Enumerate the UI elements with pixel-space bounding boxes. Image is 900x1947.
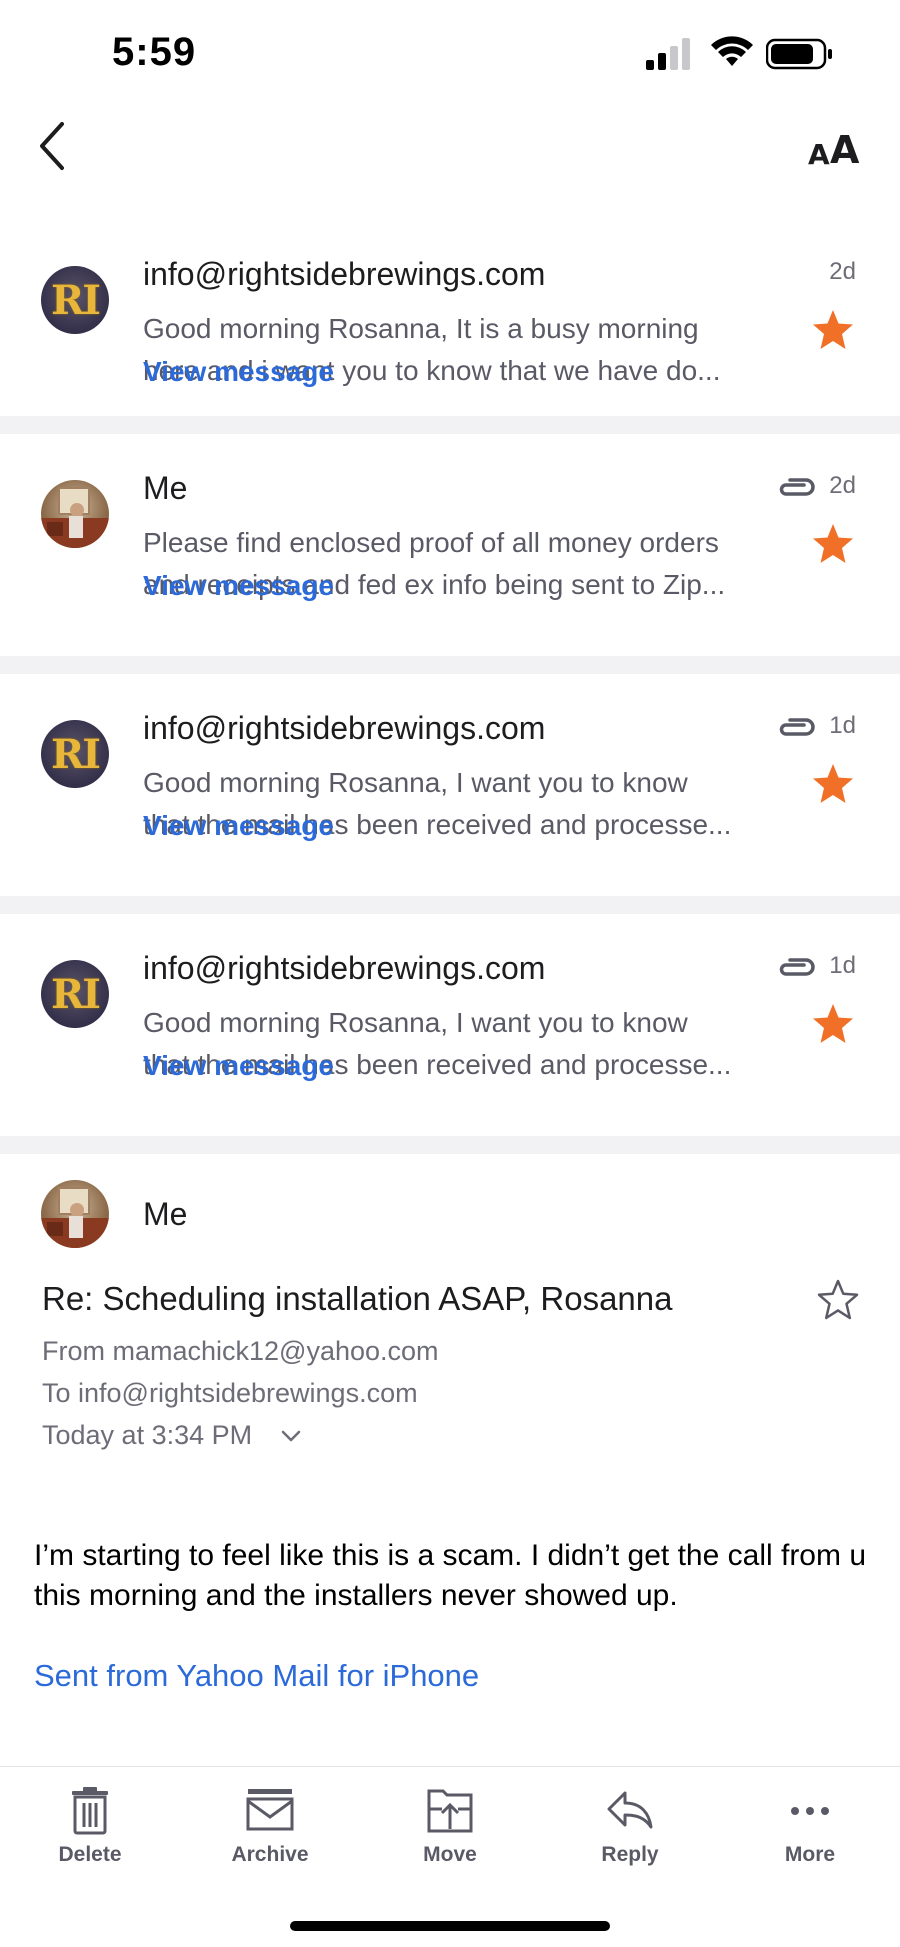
sender-avatar: RI [41,720,109,788]
home-indicator[interactable] [290,1921,610,1931]
message-date[interactable]: Today at 3:34 PM [42,1420,252,1451]
sender-avatar: RI [41,960,109,1028]
card-separator [0,656,900,674]
message-age: 2d [829,472,856,499]
status-time: 5:59 [112,30,197,74]
archive-icon [246,1789,294,1831]
sender-name: info@rightsidebrewings.com [143,950,546,986]
card-separator [0,896,900,914]
reply-button[interactable]: Reply [560,1785,700,1885]
delete-button[interactable]: Delete [20,1785,160,1885]
delete-label: Delete [58,1843,122,1866]
sender-name: info@rightsidebrewings.com [143,256,546,292]
trash-icon [72,1787,108,1835]
snippet-line: Please find enclosed proof of all money … [143,527,719,558]
bottom-toolbar: Delete Archive Move Reply More [0,1766,900,1947]
more-button[interactable]: More [740,1785,880,1885]
move-label: Move [423,1843,477,1866]
attachment-paperclip-icon [779,958,815,976]
back-chevron-icon[interactable] [34,116,70,176]
attachment-paperclip-icon [779,718,815,736]
signature-link[interactable]: Sent from Yahoo Mail for iPhone [34,1658,479,1694]
snippet-line: Good morning Rosanna, I want you to know [143,1007,688,1038]
cellular-signal-icon [646,38,690,70]
sender-name: Me [143,1196,188,1232]
thread-message-card[interactable]: Me Please find enclosed proof of all mon… [0,434,900,630]
star-filled-icon[interactable] [811,762,855,806]
avatar-initials: RI [51,970,101,1018]
avatar-photo [41,487,109,548]
sender-name: info@rightsidebrewings.com [143,710,546,746]
sender-name: Me [143,470,188,506]
view-message-link[interactable]: View message [143,570,334,602]
more-label: More [784,1843,836,1866]
move-folder-icon [427,1789,473,1833]
view-message-link[interactable]: View message [143,356,334,388]
avatar-initials: RI [51,730,101,778]
navigation-bar: A A [0,110,900,210]
text-size-small-glyph: A [808,138,830,171]
message-body: I’m starting to feel like this is a scam… [34,1539,867,1612]
message-subject: Re: Scheduling installation ASAP, Rosann… [42,1280,673,1317]
view-message-link[interactable]: View message [143,810,334,842]
reply-arrow-icon [607,1791,653,1829]
star-outline-icon[interactable] [816,1278,860,1322]
attachment-paperclip-icon [779,478,815,496]
archive-button[interactable]: Archive [200,1785,340,1885]
card-separator [0,416,900,434]
view-message-link[interactable]: View message [143,1050,334,1082]
avatar-photo [41,1187,109,1248]
thread-message-card[interactable]: RI info@rightsidebrewings.com Good morni… [0,914,900,1110]
battery-icon [766,38,832,70]
thread-message-card[interactable]: RI info@rightsidebrewings.com Good morni… [0,674,900,870]
text-size-large-glyph: A [830,128,860,172]
text-size-button[interactable]: A A [806,126,870,172]
message-age: 1d [829,712,856,739]
snippet-line: Good morning Rosanna, It is a busy morni… [143,313,699,344]
message-from: From mamachick12@yahoo.com [42,1336,439,1366]
card-separator [0,1136,900,1154]
thread-message-card[interactable]: RI info@rightsidebrewings.com Good morni… [0,220,900,416]
avatar-initials: RI [51,276,101,324]
message-age: 1d [829,952,856,979]
sender-avatar [41,480,109,548]
message-age: 2d [829,258,856,285]
more-dots-icon [791,1807,829,1815]
sender-avatar [41,1180,109,1248]
status-bar: 5:59 [0,0,900,110]
archive-label: Archive [231,1843,309,1866]
star-filled-icon[interactable] [811,522,855,566]
chevron-down-icon[interactable] [280,1428,302,1444]
snippet-line: Good morning Rosanna, I want you to know [143,767,688,798]
star-filled-icon[interactable] [811,308,855,352]
message-to: To info@rightsidebrewings.com [42,1378,418,1408]
reply-label: Reply [601,1843,659,1866]
star-filled-icon[interactable] [811,1002,855,1046]
move-button[interactable]: Move [380,1785,520,1885]
wifi-icon [711,36,753,66]
sender-avatar: RI [41,266,109,334]
